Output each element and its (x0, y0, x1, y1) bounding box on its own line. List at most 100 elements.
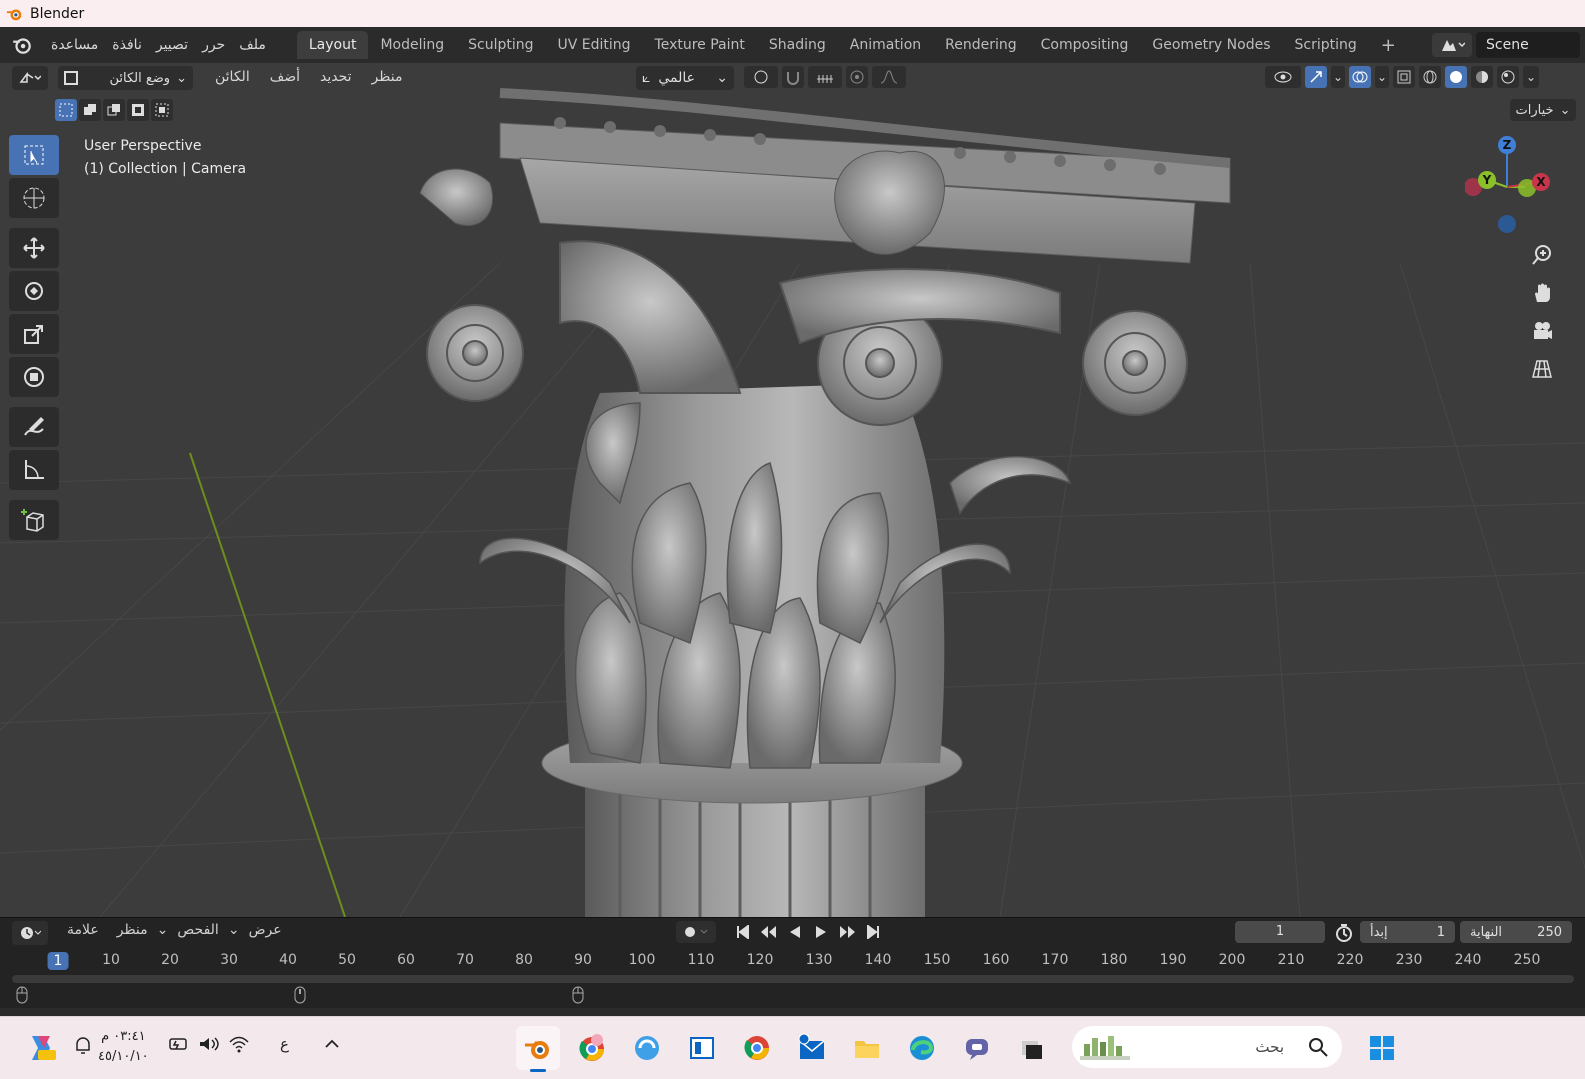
cursor-tool[interactable] (9, 178, 59, 218)
menu-help[interactable]: مساعدة (44, 37, 105, 53)
clock[interactable]: ٠٣:٤١ م ٤٥/١٠/١٠ (98, 1027, 149, 1067)
tab-animation[interactable]: Animation (838, 31, 933, 59)
tab-layout[interactable]: Layout (296, 31, 369, 59)
play-icon[interactable] (810, 921, 832, 943)
camera-view-icon[interactable] (1525, 314, 1559, 348)
gizmo-toggle-icon[interactable] (1305, 66, 1327, 88)
menu-marker[interactable]: علامة (58, 922, 108, 938)
end-frame-field[interactable]: النهاية 250 (1460, 921, 1572, 943)
jump-end-icon[interactable] (862, 921, 884, 943)
tab-texture-paint[interactable]: Texture Paint (643, 31, 757, 59)
battery-icon[interactable] (168, 1035, 190, 1057)
material-shading-icon[interactable] (1471, 66, 1493, 88)
move-tool[interactable] (9, 228, 59, 268)
timeline-scrollbar[interactable] (12, 975, 1574, 983)
preview-range-icon[interactable] (1333, 922, 1355, 944)
menu-render[interactable]: تصيير (149, 37, 195, 53)
measure-tool[interactable] (9, 450, 59, 490)
editor-type-icon[interactable] (12, 66, 48, 90)
scene-icon[interactable] (1432, 33, 1472, 57)
tab-modeling[interactable]: Modeling (368, 31, 456, 59)
menu-view-2[interactable]: منظر (108, 922, 157, 938)
taskbar-chrome-icon[interactable] (735, 1026, 779, 1070)
taskbar-search-box[interactable]: بحث (1072, 1026, 1342, 1068)
navigation-gizmo[interactable]: Z Y X (1465, 135, 1565, 245)
3d-viewport[interactable]: وضع الكائن ⌄ منظر تحديد أضف الكائن ⟀ عال… (0, 63, 1585, 917)
taskbar-copilot-icon[interactable] (625, 1026, 669, 1070)
menu-view[interactable]: منظر (362, 69, 413, 85)
jump-start-icon[interactable] (732, 921, 754, 943)
tab-uv-editing[interactable]: UV Editing (546, 31, 643, 59)
scale-tool[interactable] (9, 314, 59, 354)
menu-file[interactable]: ملف (232, 37, 273, 53)
tab-geometry-nodes[interactable]: Geometry Nodes (1140, 31, 1282, 59)
visibility-eye-icon[interactable] (1265, 66, 1301, 88)
notification-bell-icon[interactable] (74, 1035, 92, 1059)
menu-add[interactable]: أضف (260, 69, 310, 85)
taskbar-edge-icon[interactable] (900, 1026, 944, 1070)
record-button[interactable] (676, 921, 716, 943)
xray-toggle-icon[interactable] (1393, 66, 1415, 88)
transform-tool[interactable] (9, 357, 59, 397)
copilot-pre-icon[interactable] (18, 1026, 62, 1070)
tab-sculpting[interactable]: Sculpting (456, 31, 545, 59)
taskbar-blender-icon[interactable] (516, 1026, 560, 1072)
menu-select[interactable]: تحديد (310, 69, 362, 85)
tab-rendering[interactable]: Rendering (933, 31, 1029, 59)
input-language-indicator[interactable]: ع (280, 1035, 289, 1053)
tab-shading[interactable]: Shading (757, 31, 838, 59)
chevron-down-icon[interactable]: ⌄ (1523, 66, 1539, 88)
chevron-down-icon[interactable]: ⌄ (1331, 66, 1345, 88)
current-frame-field[interactable]: 1 (1235, 921, 1325, 943)
rendered-shading-icon[interactable] (1497, 66, 1519, 88)
tab-scripting[interactable]: Scripting (1283, 31, 1369, 59)
select-extend-icon[interactable] (79, 99, 101, 121)
start-frame-field[interactable]: إبدأ 1 (1360, 921, 1455, 943)
annotate-tool[interactable] (9, 407, 59, 447)
chevron-up-icon[interactable] (323, 1035, 341, 1057)
start-windows-icon[interactable] (1360, 1026, 1404, 1070)
frame-ruler[interactable]: 1 10 20 30 40 50 60 70 80 90 100 110 120… (0, 948, 1585, 974)
proportional-editing-icon[interactable] (846, 66, 868, 88)
menu-playback[interactable]: الفحص (168, 922, 227, 938)
taskbar-file-explorer-icon[interactable] (845, 1026, 889, 1070)
jump-keyframe-forward-icon[interactable] (836, 921, 858, 943)
interaction-mode-dropdown[interactable]: وضع الكائن ⌄ (58, 66, 193, 90)
blender-menu-icon[interactable] (0, 34, 44, 56)
scene-name-field[interactable]: Scene (1476, 32, 1580, 58)
select-new-icon[interactable] (55, 99, 77, 121)
volume-icon[interactable] (198, 1035, 220, 1057)
select-subtract-icon[interactable] (103, 99, 125, 121)
pan-hand-icon[interactable] (1525, 276, 1559, 310)
snap-icon[interactable] (782, 66, 804, 88)
wifi-icon[interactable] (228, 1035, 250, 1057)
falloff-icon[interactable] (872, 66, 906, 88)
menu-window[interactable]: نافذة (105, 37, 149, 53)
add-workspace-button[interactable]: + (1369, 35, 1408, 56)
solid-shading-icon[interactable] (1445, 66, 1467, 88)
taskbar-mail-icon[interactable] (790, 1026, 834, 1070)
tab-compositing[interactable]: Compositing (1029, 31, 1141, 59)
taskbar-widget-icon[interactable] (680, 1026, 724, 1070)
current-frame-marker[interactable]: 1 (47, 952, 69, 970)
rotate-tool[interactable] (9, 271, 59, 311)
select-invert-icon[interactable] (127, 99, 149, 121)
perspective-toggle-icon[interactable] (1525, 352, 1559, 386)
snap-target-icon[interactable] (808, 66, 842, 88)
overlays-toggle-icon[interactable] (1349, 66, 1371, 88)
select-box-tool[interactable] (9, 135, 59, 175)
options-dropdown[interactable]: خيارات ⌄ (1510, 99, 1576, 121)
pivot-point-icon[interactable] (744, 66, 778, 88)
menu-edit[interactable]: حرر (195, 37, 232, 53)
taskbar-app-window-icon[interactable] (1010, 1026, 1054, 1070)
menu-view[interactable]: عرض (240, 922, 291, 938)
transform-orientation-dropdown[interactable]: ⟀ عالمي ⌄ (636, 66, 734, 90)
taskbar-chrome-profile-icon[interactable] (570, 1026, 614, 1070)
menu-object[interactable]: الكائن (205, 69, 260, 85)
play-reverse-icon[interactable] (784, 921, 806, 943)
add-cube-tool[interactable] (9, 500, 59, 540)
select-intersect-icon[interactable] (151, 99, 173, 121)
taskbar-teams-chat-icon[interactable] (955, 1026, 999, 1070)
jump-keyframe-back-icon[interactable] (758, 921, 780, 943)
editor-type-clock-icon[interactable] (12, 921, 48, 945)
